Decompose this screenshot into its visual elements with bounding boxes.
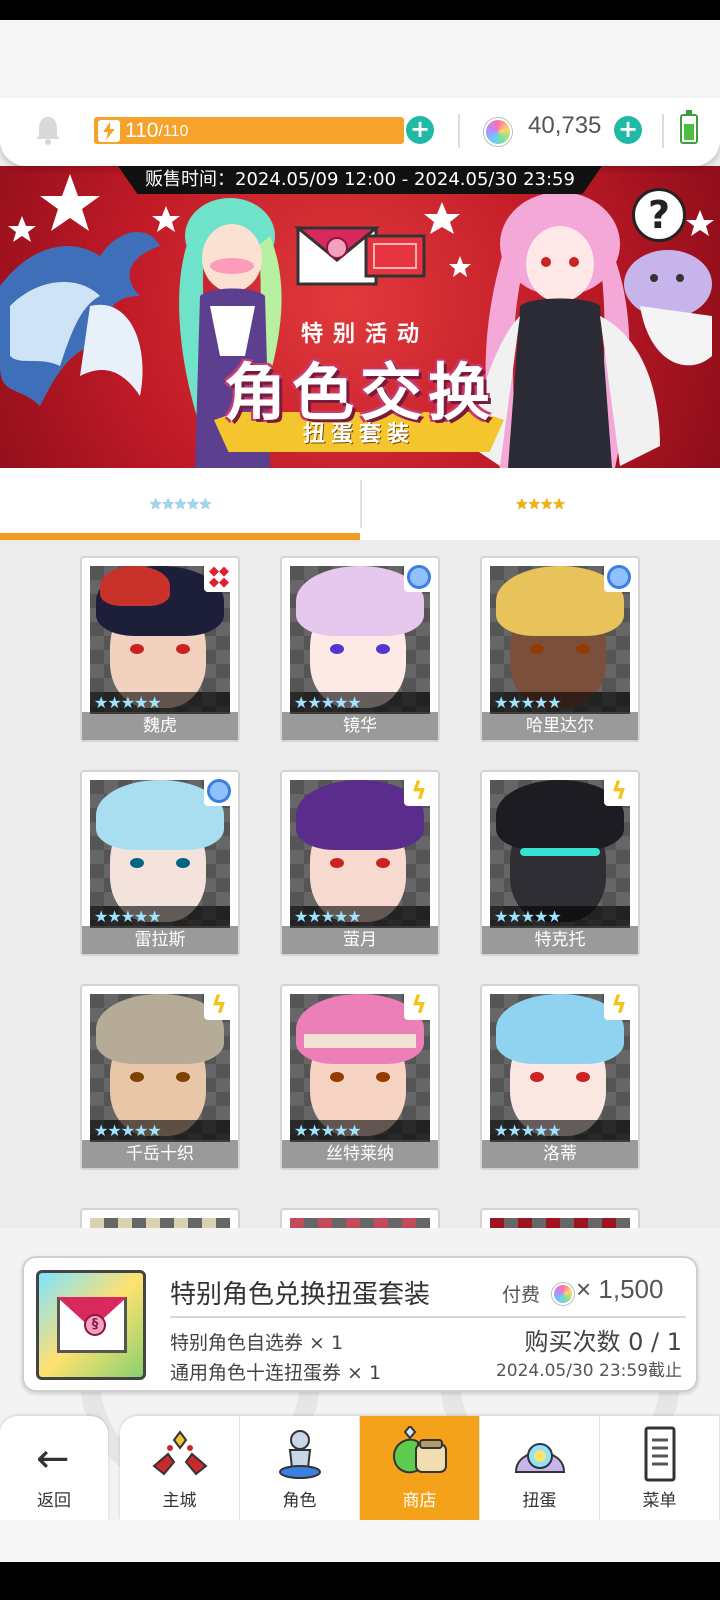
nav-item-shop[interactable]: 商店 — [360, 1416, 480, 1520]
character-name: 哈里达尔 — [482, 712, 638, 740]
nav-tabs: 主城 角色 商店 扭蛋 菜单 — [120, 1416, 720, 1520]
bolt-icon: ϟ — [604, 990, 634, 1020]
gems-count: 40,735 — [528, 112, 602, 139]
help-button[interactable]: ? — [632, 188, 686, 242]
character-card-partial[interactable] — [280, 1208, 440, 1230]
tab-divider — [360, 480, 362, 528]
system-top-area — [0, 20, 720, 100]
tab-five-star-label: ★★★★★ — [148, 495, 212, 513]
nav-item-character[interactable]: 角色 — [240, 1416, 360, 1520]
banner-subtitle: 扭蛋套装 — [302, 422, 415, 447]
divider — [662, 114, 664, 148]
gem-icon — [552, 1283, 574, 1305]
character-name: 魏虎 — [82, 712, 238, 740]
character-stars: ★★★★★ — [490, 906, 630, 928]
character-card[interactable]: ϟ ★★★★★ 特克托 — [480, 770, 640, 956]
character-card[interactable]: ϟ ★★★★★ 丝特莱纳 — [280, 984, 440, 1170]
character-name: 丝特莱纳 — [282, 1140, 438, 1168]
character-card[interactable]: ◆◆ ◆◆ ★★★★★ 魏虎 — [80, 556, 240, 742]
resource-bar: 110 /110 + 40,735 + — [0, 98, 720, 166]
character-icon — [279, 1430, 321, 1479]
character-name: 千岳十织 — [82, 1140, 238, 1168]
energy-bolt-icon — [98, 119, 120, 142]
character-stars: ★★★★★ — [490, 1120, 630, 1142]
character-stars: ★★★★★ — [490, 692, 630, 714]
energy-bar: 110 /110 — [94, 117, 404, 144]
character-name: 镜华 — [282, 712, 438, 740]
nav-label: 菜单 — [642, 1491, 677, 1511]
character-name: 萤月 — [282, 926, 438, 954]
character-stars: ★★★★★ — [90, 692, 230, 714]
character-name: 雷拉斯 — [82, 926, 238, 954]
bottom-nav: ← 返回 主城 角色 商店 扭蛋 菜单 — [0, 1416, 720, 1520]
purchase-count: 购买次数 0 / 1 — [524, 1328, 682, 1356]
shop-icon — [392, 1426, 447, 1474]
divider — [170, 1316, 686, 1318]
rarity-tabs: ★★★★★ ★★★★ — [0, 468, 720, 540]
battery-icon — [680, 110, 698, 144]
offer-card[interactable]: § 特别角色兑换扭蛋套装 付费 × 1,500 特别角色自选券 × 1 通用角色… — [22, 1256, 698, 1392]
nav-label: 商店 — [402, 1491, 437, 1511]
system-bottom-bar — [0, 1562, 720, 1600]
diamonds-icon: ◆◆ ◆◆ — [204, 562, 234, 592]
castle-icon — [152, 1430, 208, 1476]
circle-icon — [404, 562, 434, 592]
nav-item-castle[interactable]: 主城 — [120, 1416, 240, 1520]
divider — [458, 114, 460, 148]
event-banner: 贩售时间：2024.05/09 12:00 - 2024.05/30 23:59 — [0, 166, 720, 468]
system-status-bar — [0, 0, 720, 20]
circle-icon — [604, 562, 634, 592]
character-card[interactable]: ϟ ★★★★★ 千岳十织 — [80, 984, 240, 1170]
add-energy-button[interactable]: + — [406, 116, 434, 144]
character-card-partial[interactable] — [480, 1208, 640, 1230]
bell-icon[interactable] — [30, 112, 66, 148]
back-label: 返回 — [37, 1491, 71, 1511]
character-card[interactable]: ϟ ★★★★★ 洛蒂 — [480, 984, 640, 1170]
bolt-icon: ϟ — [404, 776, 434, 806]
bolt-icon: ϟ — [604, 776, 634, 806]
nav-item-menu[interactable]: 菜单 — [600, 1416, 720, 1520]
back-button[interactable]: ← 返回 — [0, 1416, 108, 1520]
gacha-icon — [514, 1443, 566, 1473]
tab-five-star[interactable]: ★★★★★ — [0, 468, 360, 540]
nav-item-gacha[interactable]: 扭蛋 — [480, 1416, 600, 1520]
tab-four-star[interactable]: ★★★★ — [360, 468, 720, 540]
envelope-icon: § — [36, 1270, 146, 1380]
arrow-left-icon: ← — [36, 1436, 70, 1482]
character-stars: ★★★★★ — [290, 1120, 430, 1142]
circle-icon — [204, 776, 234, 806]
gem-icon — [484, 118, 512, 146]
offer-deadline: 2024.05/30 23:59截止 — [495, 1361, 682, 1381]
tab-four-star-label: ★★★★ — [515, 495, 566, 513]
character-name: 特克托 — [482, 926, 638, 954]
offer-item: 通用角色十连扭蛋券 × 1 — [170, 1362, 382, 1384]
offer-price-label: 付费 — [502, 1284, 541, 1306]
nav-label: 扭蛋 — [522, 1491, 557, 1511]
offer-item: 特别角色自选券 × 1 — [170, 1332, 344, 1354]
offer-price: × 1,500 — [576, 1274, 664, 1304]
character-card[interactable]: ★★★★★ 雷拉斯 — [80, 770, 240, 956]
nav-label: 主城 — [162, 1491, 197, 1511]
character-card-partial[interactable] — [80, 1208, 240, 1230]
nav-label: 角色 — [282, 1491, 317, 1511]
character-card[interactable]: ★★★★★ 哈里达尔 — [480, 556, 640, 742]
bolt-icon: ϟ — [204, 990, 234, 1020]
bolt-icon: ϟ — [404, 990, 434, 1020]
character-stars: ★★★★★ — [90, 1120, 230, 1142]
sale-time: 贩售时间：2024.05/09 12:00 - 2024.05/30 23:59 — [118, 166, 602, 194]
offer-title: 特别角色兑换扭蛋套装 — [170, 1280, 431, 1310]
menu-icon — [644, 1426, 676, 1482]
energy-current: 110 — [125, 118, 159, 142]
character-grid: ◆◆◆◆ ★★★★★ 魏虎 ★★★★★ 镜华 ★★★★★ 哈里达尔 ★★★★★ — [0, 540, 720, 1230]
character-name: 洛蒂 — [482, 1140, 638, 1168]
character-stars: ★★★★★ — [290, 906, 430, 928]
add-gems-button[interactable]: + — [614, 116, 642, 144]
character-card[interactable]: ϟ ★★★★★ 萤月 — [280, 770, 440, 956]
character-stars: ★★★★★ — [290, 692, 430, 714]
character-card[interactable]: ★★★★★ 镜华 — [280, 556, 440, 742]
energy-max: /110 — [158, 123, 189, 140]
character-stars: ★★★★★ — [90, 906, 230, 928]
